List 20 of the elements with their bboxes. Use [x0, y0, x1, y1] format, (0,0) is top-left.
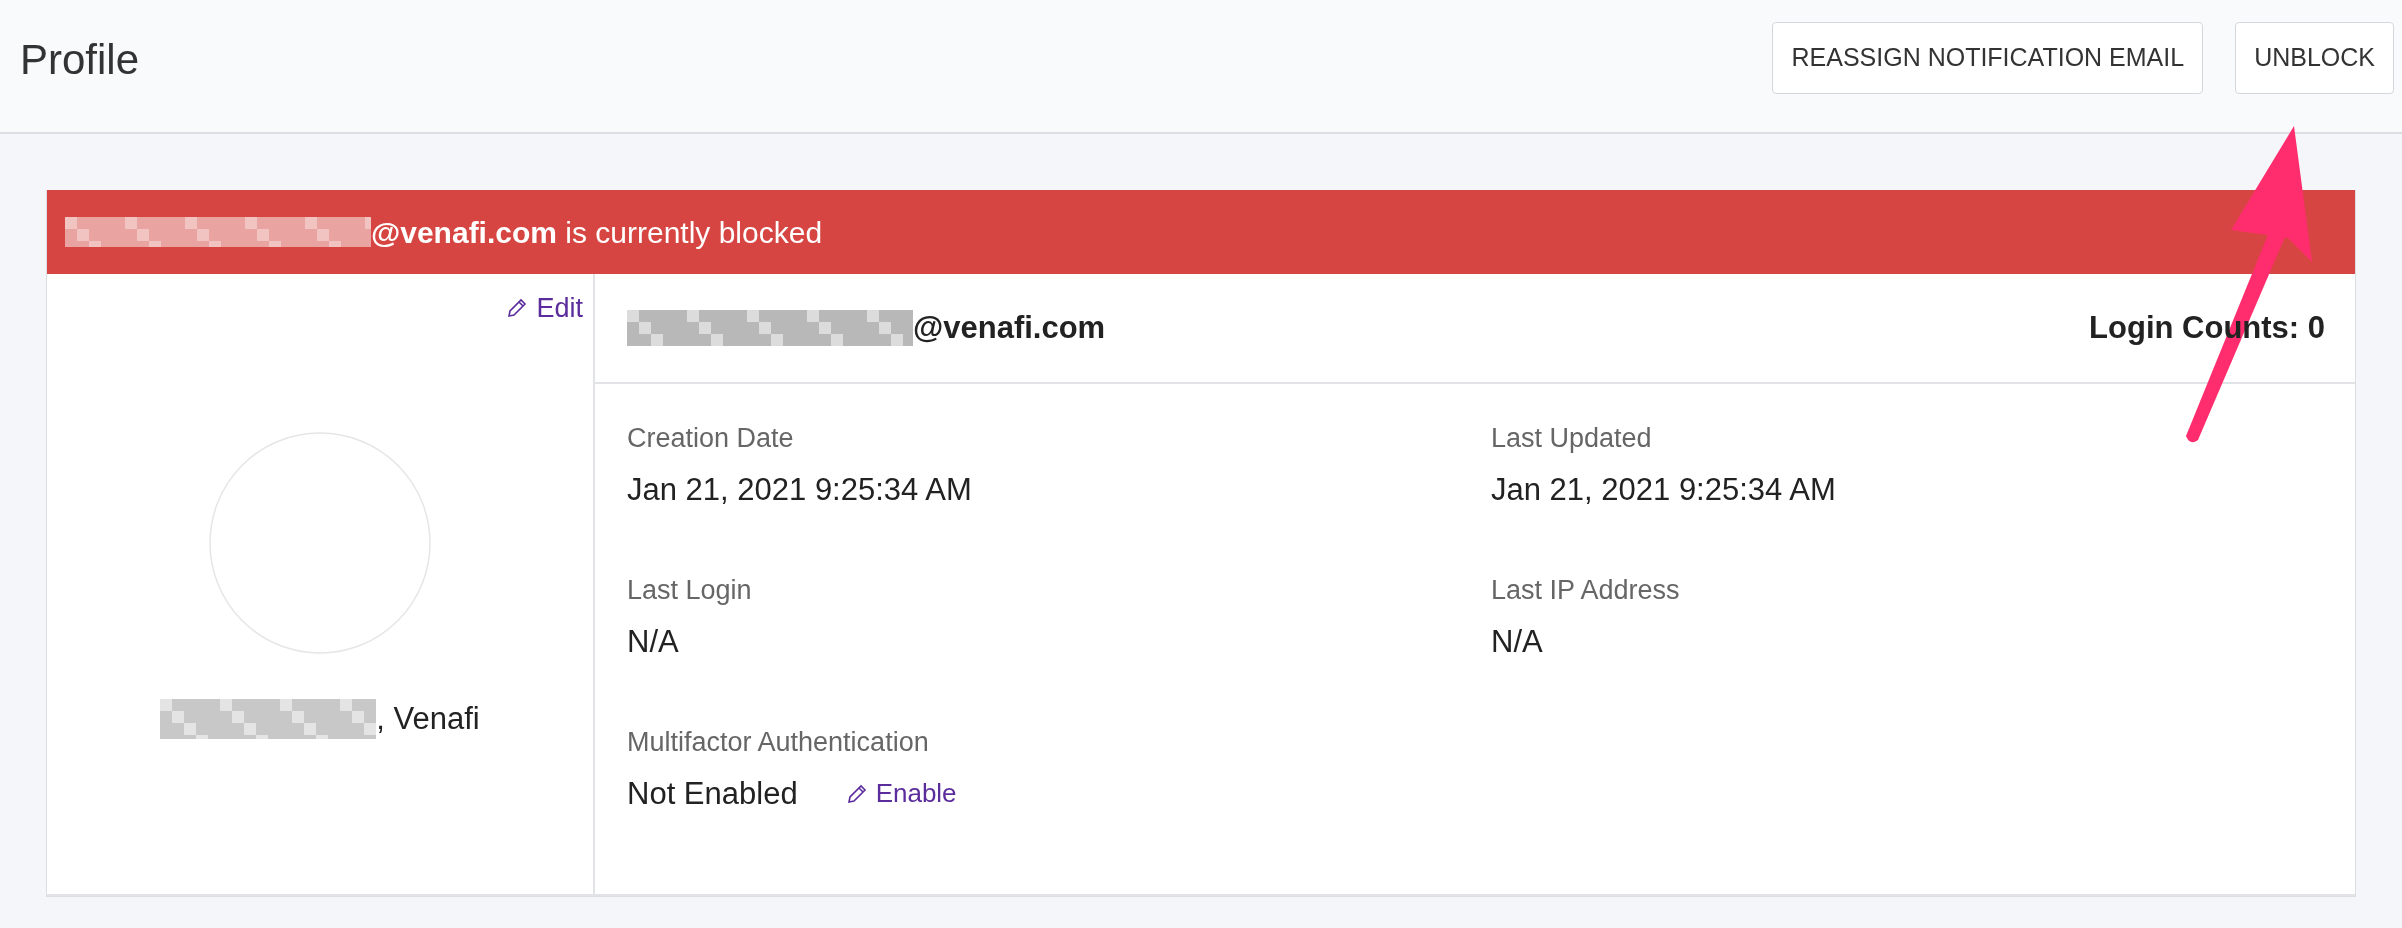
- header-button[interactable]: UNBLOCK: [2235, 22, 2394, 94]
- edit-link[interactable]: Edit: [506, 288, 583, 329]
- page-title: Profile: [20, 35, 140, 85]
- field-value: Jan 21, 2021 9:25:34 AM: [627, 470, 972, 509]
- field-value: N/A: [1491, 622, 1543, 661]
- banner-message: @venafi.com is currently blocked: [371, 214, 823, 251]
- header-button[interactable]: REASSIGN NOTIFICATION EMAIL: [1772, 22, 2204, 94]
- field-label: Multifactor Authentication: [627, 726, 929, 759]
- pencil-icon: [506, 297, 529, 320]
- pencil-icon: [845, 782, 868, 805]
- field-label: Last IP Address: [1491, 574, 1680, 607]
- field-value: Jan 21, 2021 9:25:34 AM: [1491, 470, 1836, 509]
- field-value: Not Enabled: [627, 774, 798, 813]
- field-label: Last Updated: [1491, 422, 1652, 455]
- field-value: N/A: [627, 622, 679, 661]
- enable-link[interactable]: Enable: [845, 774, 957, 814]
- user-name: , Venafi: [376, 700, 480, 738]
- field-label: Last Login: [627, 574, 752, 607]
- field-label: Creation Date: [627, 422, 794, 455]
- user-email: @venafi.com: [913, 308, 1106, 347]
